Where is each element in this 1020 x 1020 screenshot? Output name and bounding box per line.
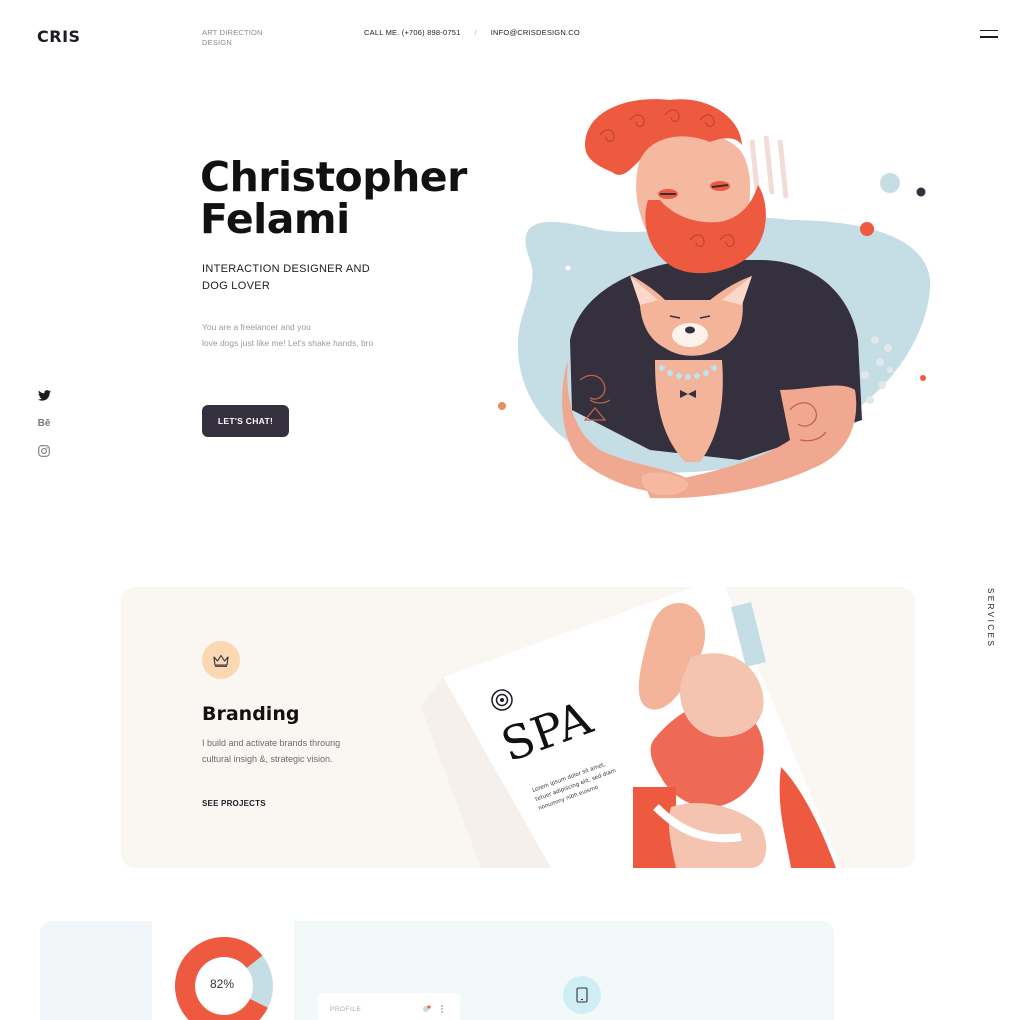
crown-icon xyxy=(202,641,240,679)
hero-desc-line2: love dogs just like me! Let's shake hand… xyxy=(202,338,374,348)
branding-artwork: SPA Lorem ipsum dolor sit amet, tetuer a… xyxy=(421,587,841,868)
deco-dot-red xyxy=(860,222,874,236)
twitter-icon[interactable] xyxy=(37,389,51,401)
deco-dot-white xyxy=(565,265,571,271)
deco-dot-blue xyxy=(880,173,900,193)
tagline-line2: DESIGN xyxy=(202,38,232,47)
deco-dot-orange xyxy=(498,402,506,410)
tagline-line1: ART DIRECTION xyxy=(202,28,263,37)
contact-separator: / xyxy=(474,28,477,37)
hamburger-icon[interactable] xyxy=(980,30,998,38)
hero-role-line1: INTERACTION DESIGNER AND xyxy=(202,263,370,275)
branding-desc-line1: I build and activate brands throung xyxy=(202,738,341,748)
deco-dot-red-small xyxy=(920,375,926,381)
branding-title: Branding xyxy=(202,703,300,725)
branding-card: Branding I build and activate brands thr… xyxy=(121,587,915,868)
branding-description: I build and activate brands throung cult… xyxy=(202,735,382,767)
hero-illustration xyxy=(498,99,931,499)
phone-link[interactable]: CALL ME. (+706) 898-0751 xyxy=(364,28,460,37)
hamburger-line-bottom xyxy=(980,36,998,38)
hero-name-first: Christopher xyxy=(200,153,467,201)
tagline: ART DIRECTION DESIGN xyxy=(202,28,282,48)
hero-role-line2: DOG LOVER xyxy=(202,280,271,292)
hero-desc-line1: You are a freelancer and you xyxy=(202,322,311,332)
email-link[interactable]: INFO@CRISDESIGN.CO xyxy=(491,28,580,37)
hero-name-last: Felami xyxy=(200,195,350,243)
logo[interactable]: CRIS xyxy=(37,27,81,46)
hero-role: INTERACTION DESIGNER AND DOG LOVER xyxy=(202,261,402,295)
branding-desc-line2: cultural insigh &, strategic vision. xyxy=(202,754,333,764)
lets-chat-button[interactable]: LET'S CHAT! xyxy=(202,405,289,437)
phone-icon xyxy=(563,976,601,1014)
behance-icon[interactable]: Bē xyxy=(37,417,51,429)
dog-nose xyxy=(685,326,695,334)
hero-name: Christopher Felami xyxy=(200,156,500,240)
instagram-icon[interactable] xyxy=(37,444,51,458)
profile-card: PROFILE xyxy=(318,993,460,1020)
contact-info: CALL ME. (+706) 898-0751 / INFO@CRISDESI… xyxy=(364,28,580,37)
services-side-label: SERVICES xyxy=(986,588,995,649)
deco-dot-dark xyxy=(916,187,926,197)
hamburger-line-top xyxy=(980,30,998,32)
hero-description: You are a freelancer and you love dogs j… xyxy=(202,319,442,351)
donut-value: 82% xyxy=(209,977,235,991)
profile-card-icons xyxy=(423,1005,443,1013)
see-projects-link[interactable]: SEE PROJECTS xyxy=(202,799,266,808)
profile-label: PROFILE xyxy=(330,1006,362,1013)
